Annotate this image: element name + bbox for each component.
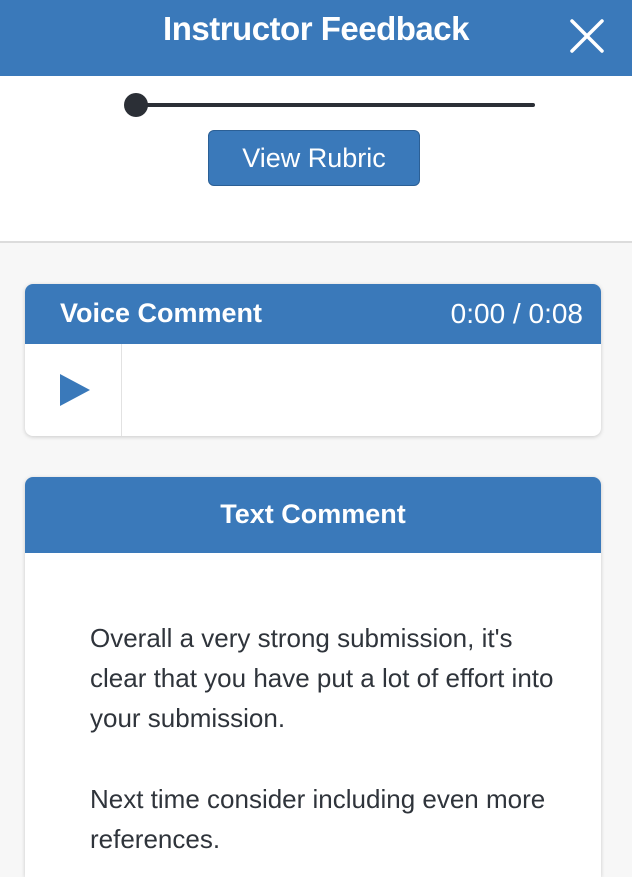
feedback-header: Instructor Feedback (0, 0, 632, 76)
text-comment-card: Text Comment Overall a very strong submi… (25, 477, 601, 877)
audio-progress-thumb[interactable] (124, 93, 148, 117)
voice-comment-header: Voice Comment 0:00 / 0:08 (25, 284, 601, 344)
play-button[interactable] (25, 344, 122, 436)
rubric-panel: View Rubric (0, 76, 632, 243)
close-icon (570, 19, 604, 53)
voice-comment-card: Voice Comment 0:00 / 0:08 (25, 284, 601, 436)
close-button[interactable] (566, 15, 608, 57)
text-comment-header: Text Comment (25, 477, 601, 553)
voice-comment-title: Voice Comment (60, 298, 263, 328)
audio-progress-track[interactable] (137, 103, 535, 107)
text-comment-title: Text Comment (220, 499, 406, 529)
audio-time-display: 0:00 / 0:08 (450, 298, 583, 329)
comment-paragraph: Overall a very strong submission, it's c… (90, 623, 554, 733)
view-rubric-button[interactable]: View Rubric (208, 130, 420, 186)
play-icon (60, 374, 90, 406)
comment-paragraph: Next time consider including even more r… (90, 784, 546, 854)
header-title: Instructor Feedback (163, 10, 469, 47)
